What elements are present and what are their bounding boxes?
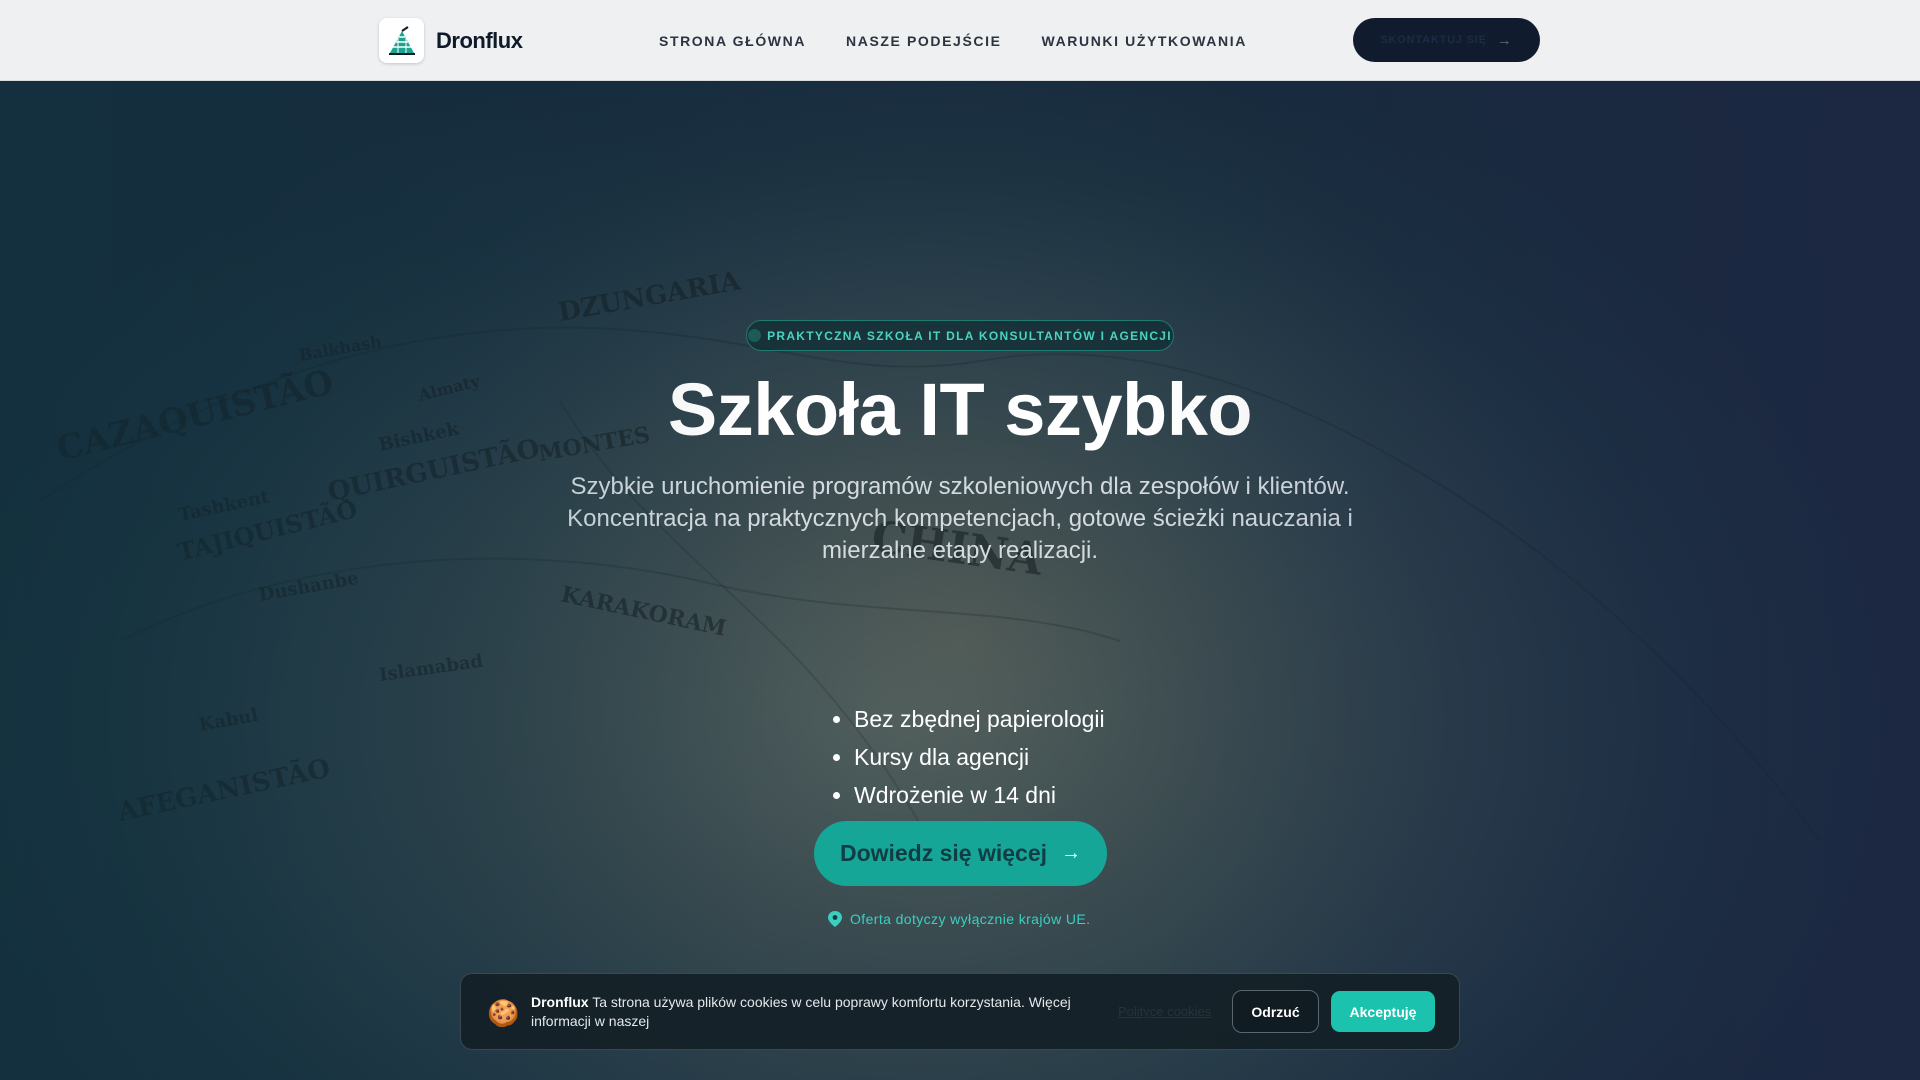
- map-label: DZUNGARIA: [556, 266, 744, 328]
- accept-cookies-button[interactable]: Akceptuję: [1331, 991, 1435, 1032]
- contact-button[interactable]: SKONTAKTUJ SIĘ →: [1353, 18, 1540, 62]
- brand-logo-link[interactable]: Dronflux: [379, 18, 523, 63]
- map-label: KARAKORAM: [559, 581, 729, 641]
- map-label: MONTES: [537, 422, 652, 467]
- nav-terms[interactable]: WARUNKI UŻYTKOWANIA: [1042, 33, 1247, 49]
- logo-icon: [379, 18, 424, 63]
- cookie-text: Ta strona używa plików cookies w celu po…: [531, 994, 1071, 1029]
- learn-more-button[interactable]: Dowiedz się więcej →: [814, 821, 1107, 886]
- map-label: Almaty: [415, 371, 482, 405]
- map-label: Dushanbe: [257, 568, 360, 606]
- hero-subtitle: Szybkie uruchomienie programów szkolenio…: [567, 473, 1353, 564]
- arrow-right-icon: →: [1496, 31, 1513, 49]
- hero-title: Szkoła IT szybko: [667, 368, 1253, 451]
- map-label: CAZAQUISTÃO: [53, 362, 338, 469]
- map-label: TAJIQUISTÃO: [174, 494, 360, 567]
- main-nav: STRONA GŁÓWNA NASZE PODEJŚCIE WARUNKI UŻ…: [659, 33, 1287, 49]
- map-label: CHINA: [868, 511, 1046, 585]
- brand-name: Dronflux: [436, 27, 523, 53]
- site-header: Dronflux STRONA GŁÓWNA NASZE PODEJŚCIE W…: [0, 0, 1920, 81]
- learn-more-label: Dowiedz się więcej: [839, 840, 1048, 866]
- map-label: Bishkek: [377, 418, 462, 456]
- feature-item: Bez zbędnej papierologii: [854, 700, 1105, 738]
- map-label: AFEGANISTÃO: [114, 752, 333, 828]
- map-label: Kabul: [197, 705, 260, 736]
- feature-item: Wdrożenie w 14 dni: [854, 776, 1105, 814]
- hero-badge: PRAKTYCZNA SZKOŁA IT DLA KONSULTANTÓW I …: [746, 320, 1174, 351]
- offer-note-text: Oferta dotyczy wyłącznie krajów UE.: [850, 911, 1091, 927]
- globe-map-background: CAZAQUISTÃO QUIRGUISTÃO Bishkek Almaty D…: [0, 81, 1920, 1080]
- cookie-brand: Dronflux: [531, 994, 589, 1010]
- nav-approach[interactable]: NASZE PODEJŚCIE: [846, 33, 1001, 49]
- badge-text: PRAKTYCZNA SZKOŁA IT DLA KONSULTANTÓW I …: [767, 328, 1172, 343]
- offer-note: Oferta dotyczy wyłącznie krajów UE.: [828, 911, 1090, 927]
- map-label: Islamabad: [378, 651, 485, 686]
- cookie-icon: 🍪: [487, 998, 520, 1028]
- feature-item: Kursy dla agencji: [854, 738, 1105, 776]
- hero-section: CAZAQUISTÃO QUIRGUISTÃO Bishkek Almaty D…: [0, 81, 1920, 1080]
- map-pin-icon: [828, 911, 842, 927]
- map-label: QUIRGUISTÃO: [325, 432, 543, 508]
- map-label: Tashkent: [177, 486, 272, 526]
- nav-home[interactable]: STRONA GŁÓWNA: [659, 33, 806, 49]
- feature-list: Bez zbędnej papierologii Kursy dla agenc…: [854, 700, 1105, 814]
- badge-dot-icon: [748, 329, 762, 342]
- arrow-right-icon: →: [1061, 842, 1082, 864]
- cookie-policy-link[interactable]: Polityce cookies: [1118, 1004, 1211, 1019]
- contact-button-label: SKONTAKTUJ SIĘ: [1380, 34, 1487, 46]
- cookie-message: Dronflux Ta strona używa plików cookies …: [531, 993, 1091, 1031]
- reject-cookies-button[interactable]: Odrzuć: [1232, 990, 1319, 1033]
- cookie-banner: 🍪 Dronflux Ta strona używa plików cookie…: [460, 973, 1460, 1050]
- map-label: Balkhash: [297, 332, 383, 365]
